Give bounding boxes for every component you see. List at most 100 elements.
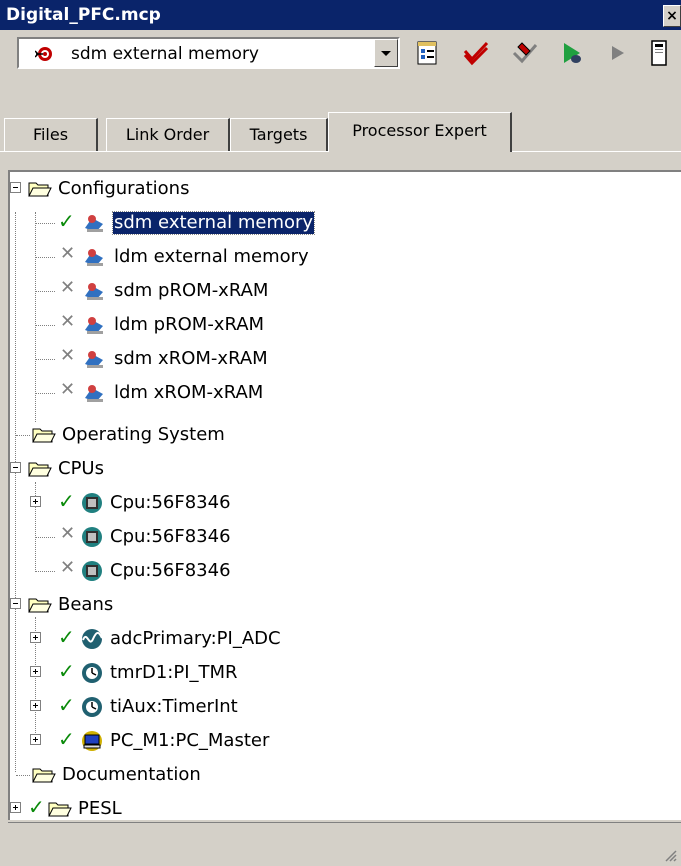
- folder-open-icon: [48, 802, 72, 817]
- cross-icon: ✕: [60, 243, 76, 264]
- folder-open-icon: [28, 462, 52, 477]
- tab-link-order[interactable]: Link Order: [106, 118, 230, 152]
- tree-item-label: Cpu:56F8346: [110, 492, 231, 513]
- tab-processor-expert[interactable]: Processor Expert: [328, 112, 512, 152]
- run-icon[interactable]: [604, 39, 632, 67]
- configuration-icon: [85, 283, 103, 300]
- tree-folder-configurations[interactable]: Configurations: [10, 172, 681, 206]
- expand-toggle[interactable]: [10, 802, 21, 813]
- tree-item-label: PC_M1:PC_Master: [110, 730, 270, 751]
- collapse-toggle[interactable]: [10, 462, 21, 473]
- tree-item-bean[interactable]: ✓ tmrD1:PI_TMR: [10, 656, 681, 690]
- tree-item-cpu[interactable]: ✕ Cpu:56F8346: [10, 520, 681, 554]
- check-icon: ✓: [58, 489, 75, 513]
- cpu-chip-icon: [82, 561, 102, 581]
- tree-item-label: ldm xROM-xRAM: [114, 382, 264, 403]
- tree-item-bean[interactable]: ✓ adcPrimary:PI_ADC: [10, 622, 681, 656]
- close-icon[interactable]: ×: [663, 5, 681, 27]
- tree-item-config[interactable]: ✕ sdm xROM-xRAM: [10, 342, 681, 376]
- tree-guide: [35, 393, 55, 395]
- cpu-chip-icon: [82, 493, 102, 513]
- expand-toggle[interactable]: [30, 496, 41, 507]
- check-icon: ✓: [28, 795, 45, 819]
- chevron-down-icon: [381, 51, 391, 56]
- target-bullseye-icon: [35, 47, 52, 61]
- target-select-value: sdm external memory: [71, 44, 259, 64]
- tree-item-bean[interactable]: ✓ PC_M1:PC_Master: [10, 724, 681, 758]
- tree-folder-operating-system[interactable]: Operating System: [10, 418, 681, 452]
- tree-item-bean[interactable]: ✓ tiAux:TimerInt: [10, 690, 681, 724]
- tree-item-label: Cpu:56F8346: [110, 560, 231, 581]
- tree-item-label: Documentation: [62, 764, 201, 785]
- tree-item-label: tiAux:TimerInt: [110, 696, 238, 717]
- adc-bean-icon: [82, 629, 103, 649]
- project-tree[interactable]: Configurations ✓ sdm external memory ✕ l…: [8, 170, 681, 820]
- cross-icon: ✕: [60, 345, 76, 366]
- tab-bar: Files Link Order Targets Processor Exper…: [0, 110, 681, 154]
- tree-item-label: PESL: [78, 798, 122, 819]
- cross-icon: ✕: [60, 277, 76, 298]
- folder-open-icon: [32, 768, 56, 783]
- tree-guide: [35, 325, 55, 327]
- tree-item-config[interactable]: ✓ sdm external memory: [10, 206, 681, 240]
- debug-icon[interactable]: [558, 39, 586, 67]
- pc-master-bean-icon: [82, 731, 102, 751]
- tree-folder-beans[interactable]: Beans: [10, 588, 681, 622]
- configuration-icon: [85, 249, 103, 266]
- collapse-toggle[interactable]: [10, 598, 21, 609]
- make-icon[interactable]: [510, 39, 538, 67]
- tree-item-cpu[interactable]: ✓ Cpu:56F8346: [10, 486, 681, 520]
- collapse-toggle[interactable]: [10, 182, 21, 193]
- expand-toggle[interactable]: [30, 666, 41, 677]
- check-icon[interactable]: [462, 39, 490, 67]
- tree-guide: [16, 435, 30, 437]
- timer-bean-icon: [82, 697, 102, 717]
- dropdown-button[interactable]: [374, 39, 398, 67]
- resize-grip-icon[interactable]: [663, 848, 677, 862]
- target-select[interactable]: sdm external memory: [17, 37, 400, 69]
- check-icon: ✓: [58, 625, 75, 649]
- tree-folder-documentation[interactable]: Documentation: [10, 758, 681, 792]
- cross-icon: ✕: [60, 379, 76, 400]
- tree-item-label: Configurations: [58, 178, 190, 199]
- tab-files[interactable]: Files: [4, 118, 98, 152]
- cross-icon: ✕: [60, 557, 76, 578]
- project-window: Digital_PFC.mcp × sdm external memory Fi…: [0, 0, 681, 866]
- tree-folder-cpus[interactable]: CPUs: [10, 452, 681, 486]
- tree-item-label: ldm pROM-xRAM: [114, 314, 265, 335]
- expand-toggle[interactable]: [30, 734, 41, 745]
- configuration-icon: [85, 351, 103, 368]
- settings-icon[interactable]: [414, 39, 442, 67]
- check-icon: ✓: [58, 693, 75, 717]
- tree-item-label: tmrD1:PI_TMR: [110, 662, 238, 683]
- folder-open-icon: [28, 182, 52, 197]
- tree-item-config[interactable]: ✕ ldm external memory: [10, 240, 681, 274]
- folder-open-icon: [32, 428, 56, 443]
- expand-toggle[interactable]: [30, 700, 41, 711]
- tree-item-label: CPUs: [58, 458, 104, 479]
- tree-guide: [35, 537, 55, 539]
- tab-targets[interactable]: Targets: [230, 118, 328, 152]
- configuration-icon: [85, 215, 103, 232]
- tree-guide: [35, 257, 55, 259]
- tree-guide: [35, 291, 55, 293]
- title-bar[interactable]: Digital_PFC.mcp ×: [0, 0, 681, 30]
- window-icon[interactable]: [646, 39, 674, 67]
- tree-item-config[interactable]: ✕ ldm pROM-xRAM: [10, 308, 681, 342]
- timer-bean-icon: [82, 663, 102, 683]
- check-icon: ✓: [58, 209, 75, 233]
- folder-open-icon: [28, 598, 52, 613]
- check-icon: ✓: [58, 727, 75, 751]
- status-bar: [8, 822, 681, 866]
- tree-guide: [35, 359, 55, 361]
- configuration-icon: [85, 317, 103, 334]
- cross-icon: ✕: [60, 523, 76, 544]
- cpu-chip-icon: [82, 527, 102, 547]
- tree-folder-pesl[interactable]: ✓ PESL: [10, 792, 681, 820]
- expand-toggle[interactable]: [30, 632, 41, 643]
- tree-item-cpu[interactable]: ✕ Cpu:56F8346: [10, 554, 681, 588]
- tree-item-config[interactable]: ✕ sdm pROM-xRAM: [10, 274, 681, 308]
- tree-item-config[interactable]: ✕ ldm xROM-xRAM: [10, 376, 681, 410]
- configuration-icon: [85, 385, 103, 402]
- tree-guide: [16, 775, 30, 777]
